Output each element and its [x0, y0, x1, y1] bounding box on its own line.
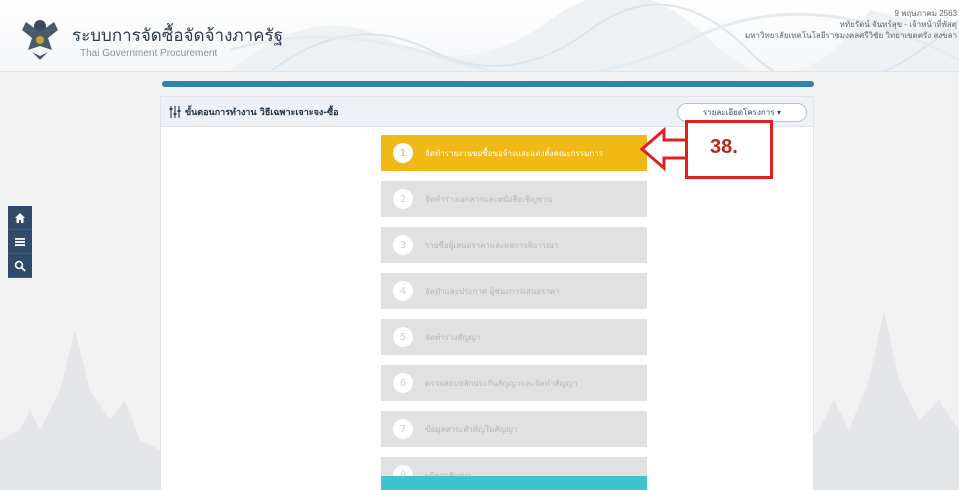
workflow-step-7[interactable]: 7 ข้อมูลสาระสำคัญในสัญญา: [381, 411, 647, 447]
step-number: 6: [393, 373, 413, 393]
floating-toolbar: [8, 206, 32, 278]
menu-button[interactable]: [8, 230, 32, 254]
temple-silhouette-left: [0, 330, 160, 490]
workflow-step-3[interactable]: 3 รายชื่อผู้เสนอราคาและผลการพิจารณา: [381, 227, 647, 263]
menu-icon: [15, 237, 25, 246]
step-number: 7: [393, 419, 413, 439]
step-number: 4: [393, 281, 413, 301]
search-icon: [14, 260, 26, 272]
home-icon: [15, 212, 25, 223]
annotation-label: 38.: [710, 136, 738, 158]
top-accent-bar: [162, 81, 814, 87]
panel-title: ขั้นตอนการทำงาน วิธีเฉพาะเจาะจง-ซื้อ: [185, 108, 339, 118]
step-label: จัดทำร่างเอกสารและหนังสือเชิญชวน: [425, 194, 553, 204]
site-title: ระบบการจัดซื้อจัดจ้างภาครัฐ: [72, 26, 284, 46]
user-info: 9 พฤษภาคม 2563 หทัยรัตน์ จันทร์สุข - เจ้…: [745, 8, 957, 41]
workflow-step-2[interactable]: 2 จัดทำร่างเอกสารและหนังสือเชิญชวน: [381, 181, 647, 217]
step-number: 3: [393, 235, 413, 255]
step-label: รายชื่อผู้เสนอราคาและผลการพิจารณา: [425, 240, 559, 250]
step-number: 1: [393, 143, 413, 163]
annotation-arrow-icon: [639, 126, 686, 172]
step-number: 5: [393, 327, 413, 347]
workflow-step-4[interactable]: 4 จัดทำและประกาศ ผู้ชนะการเสนอราคา: [381, 273, 647, 309]
step-label: จัดทำและประกาศ ผู้ชนะการเสนอราคา: [425, 286, 560, 296]
home-button[interactable]: [8, 206, 32, 230]
user-organization: มหาวิทยาลัยเทคโนโลยีราชมงคลศรีวิชัย วิทย…: [744, 31, 957, 40]
step-label: จัดทำรายงานขอซื้อขอจ้างและแต่งตั้งคณะกรร…: [425, 148, 603, 158]
current-date: 9 พฤษภาคม 2563: [894, 9, 957, 18]
annotation-callout: 38.: [685, 120, 773, 179]
search-button[interactable]: [8, 254, 32, 278]
next-step-bar[interactable]: [381, 476, 647, 490]
workflow-step-5[interactable]: 5 จัดทำร่างสัญญา: [381, 319, 647, 355]
temple-silhouette-right: [799, 310, 959, 490]
site-header: ระบบการจัดซื้อจัดจ้างภาครัฐ Thai Governm…: [0, 0, 959, 72]
site-subtitle: Thai Government Procurement: [80, 48, 218, 59]
user-name[interactable]: หทัยรัตน์ จันทร์สุข - เจ้าหน้าที่พัสดุ: [745, 19, 957, 30]
step-label: ตรวจสอบหลักประกันสัญญาและจัดทำสัญญา: [425, 378, 578, 388]
garuda-logo[interactable]: [18, 16, 62, 62]
sliders-icon: [169, 106, 181, 118]
step-label: ข้อมูลสาระสำคัญในสัญญา: [425, 424, 518, 434]
step-label: จัดทำร่างสัญญา: [425, 332, 481, 342]
workflow-steps: 1 จัดทำรายงานขอซื้อขอจ้างและแต่งตั้งคณะก…: [381, 135, 647, 490]
workflow-step-1[interactable]: 1 จัดทำรายงานขอซื้อขอจ้างและแต่งตั้งคณะก…: [381, 135, 647, 171]
workflow-step-6[interactable]: 6 ตรวจสอบหลักประกันสัญญาและจัดทำสัญญา: [381, 365, 647, 401]
step-number: 2: [393, 189, 413, 209]
